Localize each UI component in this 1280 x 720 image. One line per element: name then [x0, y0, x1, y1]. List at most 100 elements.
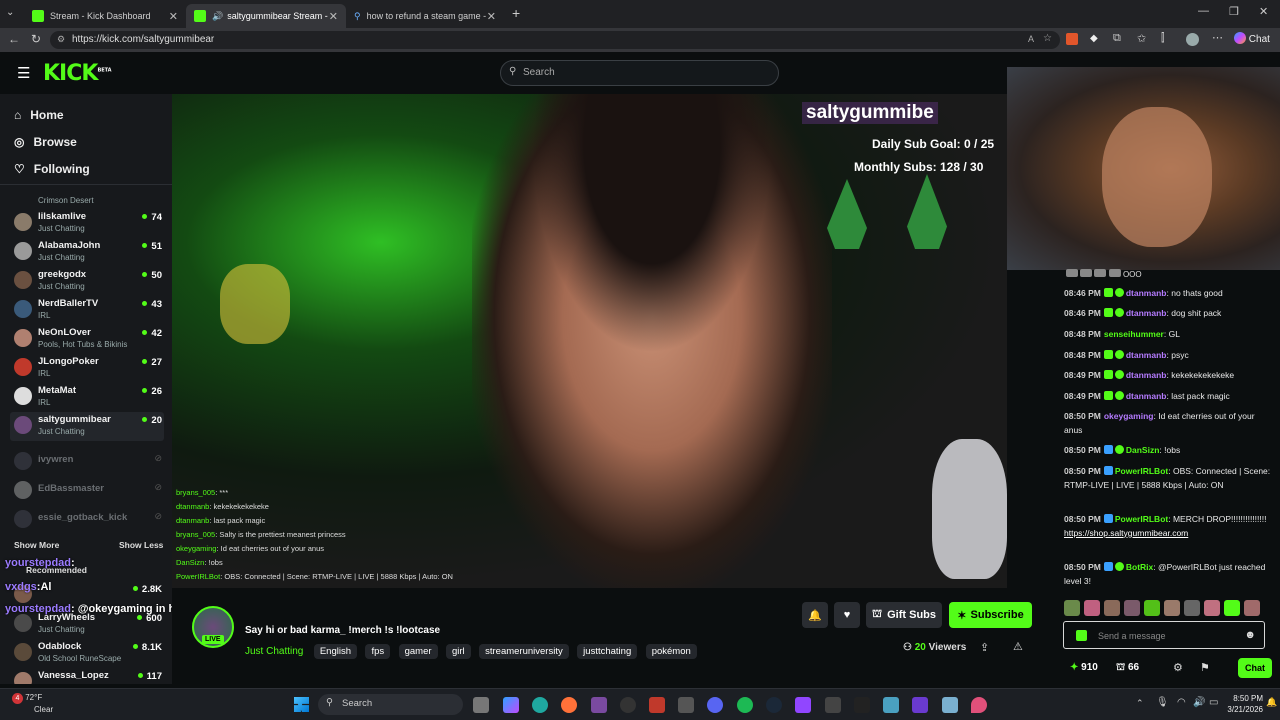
merch-link[interactable]: https://shop.saltygummibear.com [1064, 528, 1188, 538]
app-icon[interactable] [591, 697, 607, 713]
kick-logo[interactable]: KICKBETA [43, 61, 112, 86]
favorite-star-icon[interactable]: ☆ [1043, 33, 1052, 44]
sidebar-channel-essie[interactable]: essie_gotback_kick ⊘ [14, 506, 164, 535]
emote-icon[interactable] [1144, 600, 1160, 616]
battery-icon[interactable]: ▭ [1209, 697, 1218, 708]
mic-icon[interactable]: 🎙 [1156, 697, 1169, 708]
music-icon[interactable] [678, 697, 694, 713]
send-chat-button[interactable]: Chat [1238, 658, 1272, 678]
gift-count[interactable]: ⛫ 66 [1116, 662, 1139, 675]
show-less-button[interactable]: Show Less [119, 540, 163, 550]
sidebar-channel-ivywren[interactable]: ivywren ⊘ [14, 448, 164, 477]
sidebar-channel-lilskamlive[interactable]: lilskamlive Just Chatting 74 [14, 209, 164, 238]
sidebar-channel-alabamajohn[interactable]: AlabamaJohn Just Chatting 51 [14, 238, 164, 267]
close-tab-icon[interactable]: ✕ [487, 10, 496, 23]
app-icon[interactable] [649, 697, 665, 713]
sidebar-channel-partial[interactable]: Crimson Desert [14, 182, 164, 211]
sidebar-channel-metamat[interactable]: MetaMat IRL 26 [14, 383, 164, 412]
app-icon[interactable] [912, 697, 928, 713]
read-aloud-icon[interactable]: A [1028, 34, 1034, 44]
channel-points[interactable]: ✦ 910 [1070, 662, 1098, 673]
chat-settings-icon[interactable]: ⚙ [1173, 661, 1183, 674]
weather-widget[interactable]: 4 72°F Clear [12, 692, 53, 715]
chat-gift-icon[interactable]: ⚑ [1200, 661, 1210, 674]
emoji-picker-icon[interactable]: ☻ [1244, 629, 1256, 641]
gift-subs-button[interactable]: ⛫ Gift Subs [866, 602, 942, 628]
notifications-bell-button[interactable]: 🔔 [802, 602, 828, 628]
wifi-icon[interactable]: ◠ [1177, 697, 1186, 708]
emote-icon[interactable] [1204, 600, 1220, 616]
twitch-icon[interactable] [795, 697, 811, 713]
emote-icon[interactable] [1124, 600, 1140, 616]
emote-icon[interactable] [1104, 600, 1120, 616]
windows-start-icon[interactable] [294, 697, 309, 712]
app-icon[interactable] [854, 697, 870, 713]
tab-saltygummibear[interactable]: 🔊 saltygummibear Stream - Wa ✕ [186, 4, 346, 28]
emote-icon[interactable] [1164, 600, 1180, 616]
tag-justtchating[interactable]: justtchating [577, 644, 638, 659]
firefox-icon[interactable] [561, 697, 577, 713]
sidebar-channel-neonlover[interactable]: NeOnLOver Pools, Hot Tubs & Bikinis 42 [14, 325, 164, 354]
tag-fps[interactable]: fps [365, 644, 391, 659]
new-tab-icon[interactable]: + [512, 5, 520, 21]
minimize-icon[interactable]: — [1198, 5, 1209, 17]
nav-following[interactable]: ♡ Following [14, 162, 90, 176]
show-more-button[interactable]: Show More [14, 540, 59, 550]
category-link[interactable]: Just Chatting [245, 646, 303, 657]
tag-streameruniversity[interactable]: streameruniversity [479, 644, 569, 659]
sidebar-channel-jlongopoker[interactable]: JLongoPoker IRL 27 [14, 354, 164, 383]
tag-pokemon[interactable]: pokémon [645, 644, 697, 659]
url-field[interactable]: ⚙ https://kick.com/saltygummibear A ☆ [50, 31, 1060, 49]
nav-browse[interactable]: ◎ Browse [14, 135, 77, 149]
copilot-icon[interactable] [503, 697, 519, 713]
tag-english[interactable]: English [313, 644, 357, 659]
app-icon[interactable] [825, 697, 841, 713]
restore-icon[interactable]: ❐ [1229, 5, 1239, 18]
sidebar-channel-saltygummibear[interactable]: saltygummibear Just Chatting 20 [10, 412, 164, 441]
extension-icon[interactable]: ◆ [1090, 33, 1098, 44]
emote-icon[interactable] [1184, 600, 1200, 616]
emote-icon[interactable] [1244, 600, 1260, 616]
tab-kick-dashboard[interactable]: Stream - Kick Dashboard ✕ [24, 4, 186, 28]
reload-icon[interactable]: ↻ [31, 32, 41, 46]
subscribe-button[interactable]: ✶ Subscribe [949, 602, 1032, 628]
tag-gamer[interactable]: gamer [398, 644, 438, 659]
emote-icon[interactable] [1084, 600, 1100, 616]
more-menu-icon[interactable]: ⋯ [1212, 31, 1223, 44]
follow-heart-button[interactable]: ♥ [834, 602, 860, 628]
close-tab-icon[interactable]: ✕ [169, 10, 178, 23]
sidebar-channel-vanessa-lopez[interactable]: Vanessa_Lopez 117 [14, 668, 164, 684]
favorites-icon[interactable]: ✩ [1137, 32, 1146, 45]
tab-search-refund[interactable]: ⚲ how to refund a steam game - Sea ✕ [346, 4, 504, 28]
volume-icon[interactable]: 🔊 [1193, 697, 1205, 708]
app-icon[interactable] [942, 697, 958, 713]
maps-pin-icon[interactable] [971, 697, 987, 713]
share-icon[interactable]: ⇪ [980, 641, 989, 654]
copilot-chat-button[interactable]: Chat [1234, 32, 1270, 45]
nav-home[interactable]: ⌂ Home [14, 108, 64, 122]
discord-icon[interactable] [707, 697, 723, 713]
tray-overflow-icon[interactable]: ⌃ [1136, 698, 1144, 709]
back-icon[interactable]: ← [8, 32, 20, 46]
profile-avatar[interactable] [1186, 33, 1199, 46]
notifications-bell-icon[interactable]: 🔔 [1266, 697, 1277, 708]
spotify-icon[interactable] [737, 697, 753, 713]
search-input[interactable]: ⚲ Search [500, 60, 779, 86]
emote-icon[interactable] [1224, 600, 1240, 616]
chat-message-input[interactable]: Send a message ☻ [1063, 621, 1265, 649]
report-icon[interactable]: ⚠ [1013, 640, 1023, 653]
taskbar-search[interactable]: ⚲ Search [318, 694, 463, 715]
obs-icon[interactable] [620, 697, 636, 713]
app-icon[interactable] [883, 697, 899, 713]
sidebar-channel-nerdballertv[interactable]: NerdBallerTV IRL 43 [14, 296, 164, 325]
sidebar-channel-odablock[interactable]: Odablock Old School RuneScape 8.1K [14, 639, 164, 668]
split-screen-icon[interactable]: ⫿ [1161, 32, 1165, 45]
hamburger-menu-icon[interactable]: ☰ [17, 64, 30, 82]
video-player[interactable]: saltygummibe Daily Sub Goal: 0 / 25 Mont… [172, 94, 1007, 588]
tab-list-dropdown-icon[interactable]: ⌄ [6, 7, 14, 18]
close-tab-icon[interactable]: ✕ [329, 10, 338, 23]
close-window-icon[interactable]: ✕ [1259, 5, 1268, 18]
task-view-icon[interactable] [473, 697, 489, 713]
edge-browser-icon[interactable] [532, 697, 548, 713]
emote-icon[interactable] [1064, 600, 1080, 616]
